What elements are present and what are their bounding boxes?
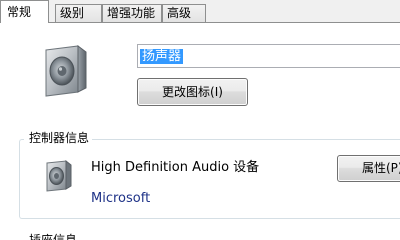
tab-advanced[interactable]: 高级	[162, 4, 206, 22]
tab-levels[interactable]: 级别	[55, 4, 102, 22]
tab-advanced-label: 高级	[167, 6, 192, 20]
tab-general[interactable]: 常规	[0, 0, 49, 23]
tab-strip: 常规 级别 增强功能 高级	[0, 0, 400, 23]
speaker-icon	[45, 45, 87, 97]
device-name-value: 扬声器	[140, 49, 184, 64]
device-name-field[interactable]: 扬声器	[137, 44, 400, 68]
change-icon-button[interactable]: 更改图标(I)	[137, 78, 248, 106]
tab-enhancements-label: 增强功能	[107, 6, 156, 20]
speaker-properties-window: 常规 级别 增强功能 高级 扬声器 更改图标(I) 控制器信息 High Def…	[0, 0, 400, 240]
controller-speaker-icon	[46, 159, 72, 192]
tab-levels-label: 级别	[60, 6, 85, 20]
change-icon-button-label: 更改图标(I)	[162, 85, 223, 99]
properties-button[interactable]: 属性(P)	[337, 155, 400, 182]
controller-device-name: High Definition Audio 设备	[91, 160, 260, 175]
tab-general-label: 常规	[7, 5, 32, 19]
controller-manufacturer: Microsoft	[91, 191, 151, 206]
controller-info-title: 控制器信息	[24, 130, 93, 146]
jack-info-title: 插座信息	[24, 232, 81, 240]
tab-enhancements[interactable]: 增强功能	[102, 4, 162, 22]
properties-button-label: 属性(P)	[362, 161, 400, 175]
